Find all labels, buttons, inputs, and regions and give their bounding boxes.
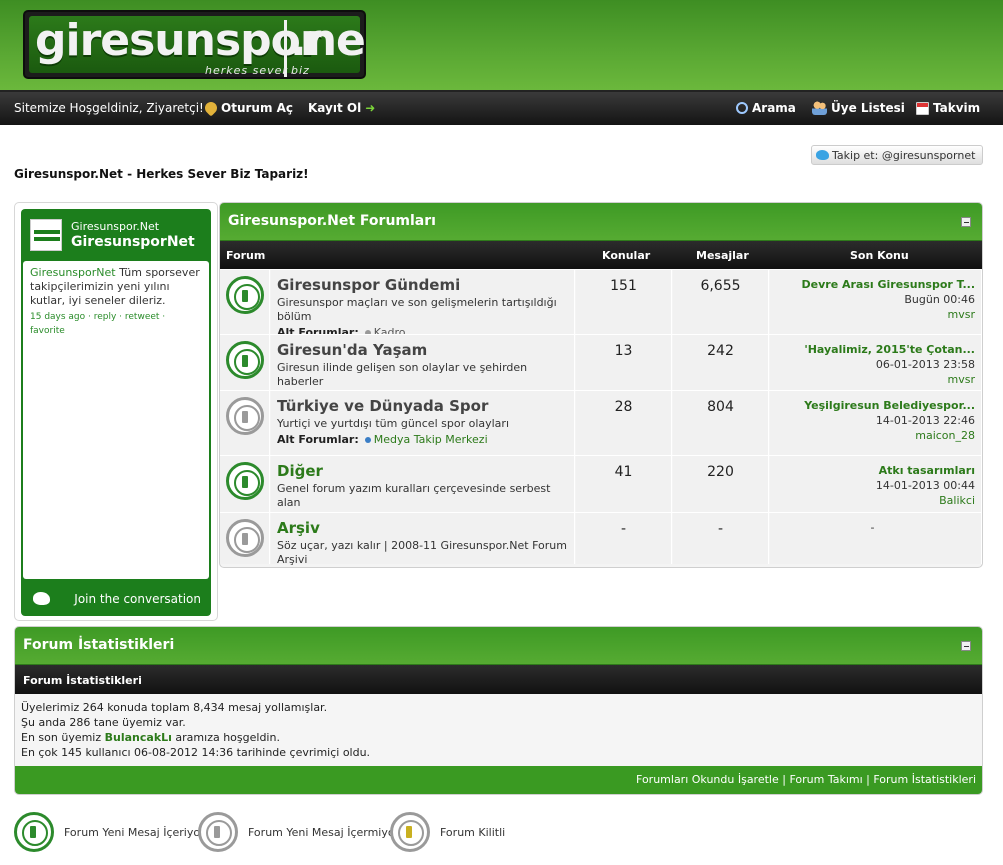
forum-statistics: Forum İstatistikleri Forum İstatistikler… xyxy=(14,626,983,795)
login-link[interactable]: Oturum Aç xyxy=(202,99,293,117)
last-post-user[interactable]: maicon_28 xyxy=(770,428,975,443)
statistics-header: Forum İstatistikleri xyxy=(15,627,982,665)
last-post-link[interactable]: Yeşilgiresun Belediyespor... xyxy=(770,398,975,413)
tweet-meta[interactable]: 15 days ago · reply · retweet · favorite xyxy=(30,310,202,338)
calendar-link[interactable]: Takvim xyxy=(916,101,980,115)
register-link[interactable]: Kayıt Ol ➜ xyxy=(308,101,375,115)
forum-category: Giresunspor.Net Forumları Forum Konular … xyxy=(219,202,983,568)
last-post-link[interactable]: 'Hayalimiz, 2015'te Çotan... xyxy=(770,342,975,357)
last-post-link[interactable]: Atkı tasarımları xyxy=(770,463,975,478)
forum-row: Giresun'da Yaşam Giresun ilinde gelişen … xyxy=(220,334,982,390)
tweet-body: GiresunsporNet Tüm sporsever takipçileri… xyxy=(23,261,209,579)
search-icon xyxy=(736,102,748,114)
top-navbar: Sitemize Hoşgeldiniz, Ziyaretçi! Oturum … xyxy=(0,90,1003,125)
logo-net-text: .net xyxy=(290,15,365,66)
twitter-avatar[interactable] xyxy=(30,219,62,251)
twitter-follow-button[interactable]: Takip et: @giresunspornet xyxy=(811,145,983,165)
forum-legend: Forum Yeni Mesaj İçeriyor Forum Yeni Mes… xyxy=(14,810,614,854)
site-logo[interactable]: giresunspor .net herkes sever biz tapari… xyxy=(23,10,366,79)
forum-column-headers: Forum Konular Mesajlar Son Konu xyxy=(220,241,982,269)
twitter-account-handle[interactable]: GiresunsporNet xyxy=(71,234,195,250)
forum-no-new-posts-icon xyxy=(226,397,264,435)
forum-title[interactable]: Giresunspor Gündemi xyxy=(277,276,568,294)
forum-new-posts-icon xyxy=(14,812,54,852)
member-list-link[interactable]: Üye Listesi xyxy=(812,101,905,115)
site-title: Giresunspor.Net - Herkes Sever Biz Tapar… xyxy=(14,167,309,181)
forum-title[interactable]: Arşiv xyxy=(277,519,568,537)
last-post-user[interactable]: mvsr xyxy=(770,372,975,387)
users-icon xyxy=(812,101,827,115)
forum-new-posts-icon xyxy=(226,341,264,379)
twitter-widget: Giresunspor.Net GiresunsporNet Giresunsp… xyxy=(14,202,218,621)
twitter-account-name[interactable]: Giresunspor.Net xyxy=(71,220,159,233)
logo-main-text: giresunspor xyxy=(35,15,322,66)
forum-new-posts-icon xyxy=(226,276,264,314)
forum-row: Arşiv Söz uçar, yazı kalır | 2008-11 Gir… xyxy=(220,512,982,566)
join-conversation[interactable]: Join the conversation xyxy=(21,582,211,616)
collapse-icon[interactable] xyxy=(961,217,971,227)
forum-title[interactable]: Türkiye ve Dünyada Spor xyxy=(277,397,568,415)
search-link[interactable]: Arama xyxy=(736,101,796,115)
key-icon xyxy=(202,99,220,117)
tweet-handle[interactable]: GiresunsporNet xyxy=(30,266,116,279)
forum-no-new-posts-icon xyxy=(198,812,238,852)
logo-tagline-left: herkes sever xyxy=(205,64,288,77)
newest-member-link[interactable]: BulancakLı xyxy=(105,731,172,744)
forum-new-posts-icon xyxy=(226,462,264,500)
forum-no-new-posts-icon xyxy=(226,519,264,557)
twitter-bird-icon xyxy=(816,150,829,160)
forum-row: Türkiye ve Dünyada Spor Yurtiçi ve yurtd… xyxy=(220,390,982,455)
welcome-text: Sitemize Hoşgeldiniz, Ziyaretçi! xyxy=(14,101,204,115)
forum-title[interactable]: Diğer xyxy=(277,462,568,480)
statistics-body: Üyelerimiz 264 konuda toplam 8,434 mesaj… xyxy=(15,694,982,766)
calendar-icon xyxy=(916,101,929,115)
forum-row: Diğer Genel forum yazım kuralları çerçev… xyxy=(220,455,982,512)
statistics-footer-links[interactable]: Forumları Okundu İşaretle | Forum Takımı… xyxy=(15,766,982,794)
last-post-user[interactable]: Balikci xyxy=(770,493,975,508)
last-post-link[interactable]: Devre Arası Giresunspor T... xyxy=(770,277,975,292)
collapse-icon[interactable] xyxy=(961,641,971,651)
forum-locked-icon xyxy=(390,812,430,852)
forum-row: Giresunspor Gündemi Giresunspor maçları … xyxy=(220,269,982,339)
twitter-bird-icon xyxy=(33,592,50,605)
arrow-right-icon: ➜ xyxy=(365,101,376,115)
forum-category-header: Giresunspor.Net Forumları xyxy=(220,203,982,241)
forum-title[interactable]: Giresun'da Yaşam xyxy=(277,341,568,359)
last-post-user[interactable]: mvsr xyxy=(770,307,975,322)
site-header: giresunspor .net herkes sever biz tapari… xyxy=(0,0,1003,90)
logo-tagline-right: biz tapariz! xyxy=(291,64,310,77)
subforum-link[interactable]: Medya Takip Merkezi xyxy=(374,433,488,446)
subforum-dot-icon xyxy=(364,437,371,443)
forum-category-title[interactable]: Giresunspor.Net Forumları xyxy=(228,213,436,229)
